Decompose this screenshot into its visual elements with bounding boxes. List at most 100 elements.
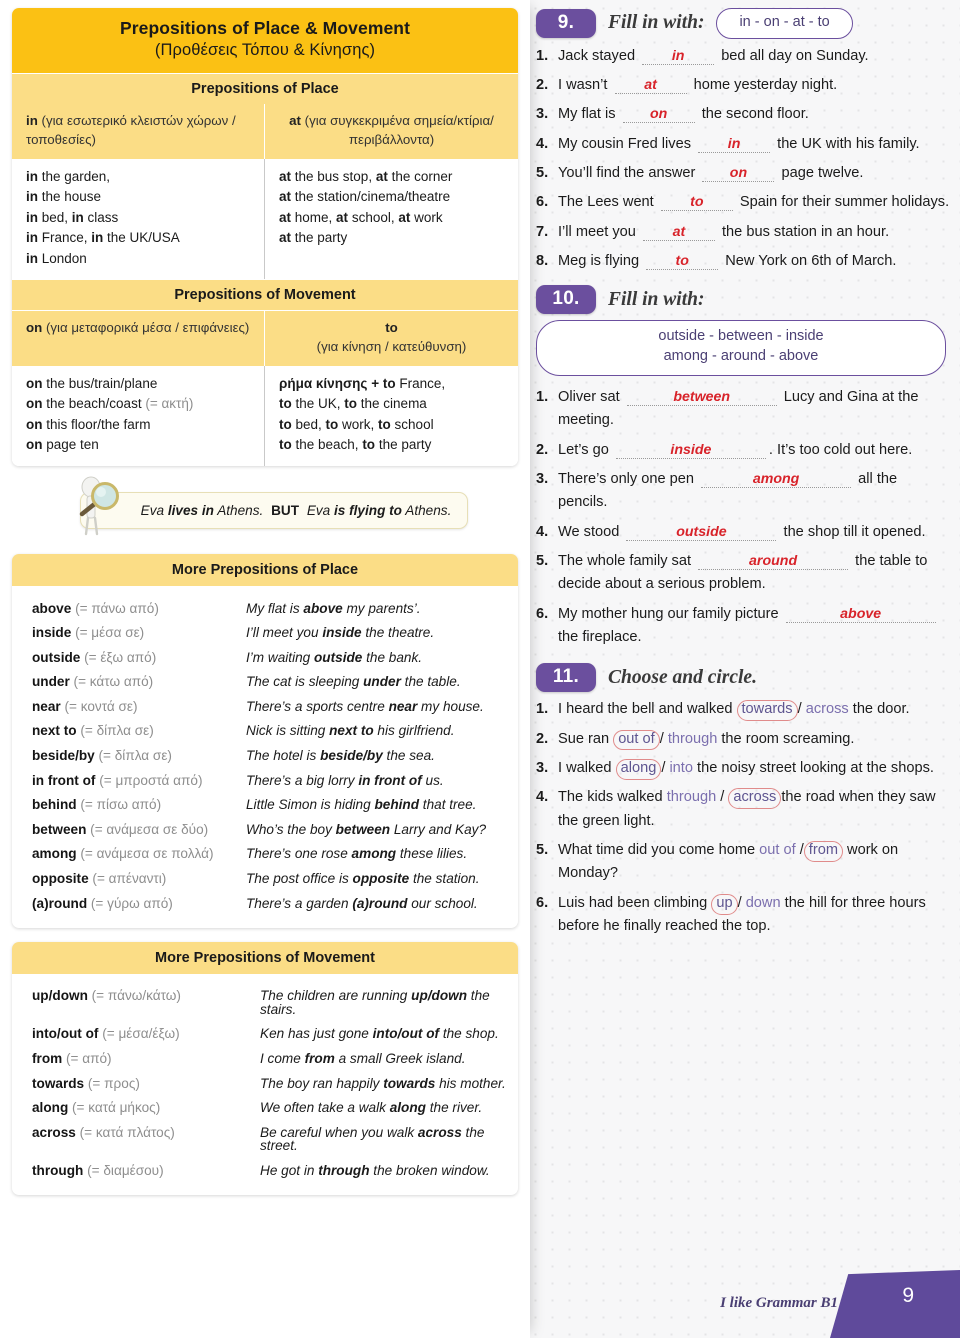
item-text: I walked along / into the noisy street lo…	[558, 757, 950, 780]
list-item: (a)round (= γύρω από) There’s a garden (a…	[32, 895, 478, 911]
tip-sentence-1: Eva lives in Athens.	[140, 502, 264, 518]
item-before: Oliver sat	[558, 388, 620, 405]
item-text: Jack stayed in bed all day on Sunday.	[558, 45, 950, 68]
item-before: You’ll find the answer	[558, 165, 696, 182]
example-line: in the garden,	[26, 168, 111, 184]
answer-blank[interactable]: inside	[615, 442, 766, 459]
answer-blank[interactable]: on	[622, 107, 695, 124]
item-after: the fireplace.	[558, 629, 642, 645]
item-number: 2.	[536, 730, 549, 747]
example-line: to bed, to work, to school	[279, 416, 434, 432]
item-after: the bus station in an hour.	[722, 223, 890, 240]
item-after: the room screaming.	[721, 730, 855, 747]
item-number: 3.	[536, 760, 549, 777]
item-number: 3.	[536, 470, 549, 487]
tip-bubble-text: Eva lives in Athens. BUT Eva is flying t…	[79, 491, 469, 529]
option-circled[interactable]: towards	[736, 700, 798, 722]
option-circled[interactable]: across	[728, 788, 782, 810]
answer-blank[interactable]: in	[698, 136, 771, 153]
answer-blank[interactable]: at	[642, 224, 715, 241]
magnifier-character-icon	[79, 476, 119, 536]
item-number: 5.	[536, 165, 549, 182]
item-after: the UK with his family.	[777, 135, 920, 152]
more-prepositions-of-movement-header: More Prepositions of Movement	[12, 941, 518, 974]
exercise-9-badge: 9.	[536, 8, 596, 38]
place-col-at-word: at	[289, 112, 301, 128]
exercise-11-header: 11. Choose and circle.	[536, 663, 960, 693]
item-before: Sue ran	[558, 730, 610, 747]
item-after: the door.	[852, 701, 910, 718]
prepositions-of-movement-header: Prepositions of Movement	[12, 279, 518, 312]
item-before: Jack stayed	[558, 47, 636, 64]
list-item: up/down (= πάνω/κάτω) The children are ru…	[32, 988, 490, 1017]
list-item: 3. My flat is on the second floor.	[536, 103, 950, 126]
option[interactable]: across	[806, 701, 849, 717]
answer-blank[interactable]: on	[702, 166, 775, 182]
place-col-in-note: (για εσωτερικό κλειστών χώρων / τοποθεσί…	[26, 112, 236, 147]
answer-blank[interactable]: to	[646, 254, 719, 271]
option[interactable]: through	[668, 731, 718, 747]
page-number: 9	[902, 1284, 914, 1307]
option-circled[interactable]: up	[711, 893, 738, 915]
answer-blank[interactable]: around	[698, 554, 849, 570]
list-item: 5. You’ll find the answer on page twelve…	[536, 162, 950, 185]
left-reference-column: Prepositions of Place & Movement (Προθέσ…	[0, 0, 530, 1338]
wordbank-line-2: among - around - above	[663, 348, 819, 365]
item-text: The Lees went to Spain for their summer …	[558, 191, 950, 214]
more-place-list: above (= πάνω από) My flat is above my pa…	[12, 586, 518, 928]
answer-blank[interactable]: above	[785, 606, 936, 623]
list-item: behind (= πίσω από) Little Simon is hidin…	[32, 797, 477, 813]
list-item: 6. The Lees went to Spain for their summ…	[536, 191, 950, 214]
item-number: 2.	[536, 441, 549, 458]
list-item: in front of (= μπροστά από) There’s a big…	[32, 772, 444, 788]
item-text: I wasn’t at home yesterday night.	[558, 74, 950, 97]
list-item: towards (= προς) The boy ran happily towa…	[32, 1075, 506, 1091]
list-item: next to (= δίπλα σε) Nick is sitting next…	[32, 723, 455, 739]
item-number: 2.	[536, 77, 549, 94]
option[interactable]: down	[746, 895, 781, 911]
item-text: Luis had been climbing up / down the hill…	[558, 893, 926, 935]
answer-blank[interactable]: among	[701, 472, 852, 488]
exercise-10-wordbank: outside - between - inside among - aroun…	[536, 320, 946, 376]
right-exercises-column: 9. Fill in with: in - on - at - to 1. Ja…	[530, 0, 960, 1338]
item-number: 7.	[536, 223, 549, 240]
item-before: What time did you come home	[558, 842, 756, 859]
item-text: We stood outside the shop till it opened…	[558, 521, 950, 544]
answer-blank[interactable]: to	[660, 195, 733, 212]
list-item: 1. Oliver sat between Lucy and Gina at t…	[536, 386, 950, 433]
option-circled[interactable]: along	[615, 759, 662, 780]
exercise-10-title: Fill in with:	[608, 288, 705, 310]
exercise-9-header: 9. Fill in with: in - on - at - to	[536, 8, 960, 39]
tip-sentence-2: Eva is flying to Athens.	[306, 502, 452, 518]
place-col-at-note: (για συγκεκριμένα σημεία/κτίρια/ περιβάλ…	[304, 112, 494, 147]
example-line: at the party	[279, 230, 348, 246]
option[interactable]: into	[669, 760, 693, 776]
list-item: 2. Sue ran out of / through the room scre…	[536, 728, 950, 751]
answer-blank[interactable]: at	[614, 78, 687, 94]
item-before: I wasn’t	[558, 77, 608, 94]
item-text: My cousin Fred lives in the UK with his …	[558, 133, 950, 156]
option-circled[interactable]: from	[803, 841, 843, 862]
item-number: 1.	[536, 701, 549, 718]
item-after: the second floor.	[701, 106, 809, 123]
movement-examples-row: on the bus/train/plane on the beach/coas…	[12, 365, 518, 466]
list-item: 4. We stood outside the shop till it ope…	[536, 521, 950, 544]
item-text: I heard the bell and walked towards / acr…	[558, 698, 950, 722]
movement-col-on-header: on (για μεταφορικά μέσα / επιφάνειες)	[12, 311, 265, 366]
example-line: in London	[26, 250, 87, 266]
answer-blank[interactable]: between	[626, 389, 777, 406]
item-after: page twelve.	[781, 165, 864, 182]
more-movement-box: More Prepositions of Movement up/down (=…	[12, 941, 518, 1196]
option[interactable]: out of	[759, 842, 796, 858]
movement-examples-to: ρήμα κίνησης + to France, to the UK, to …	[265, 365, 518, 466]
exercise-9-questions: 1. Jack stayed in bed all day on Sunday.…	[530, 45, 960, 274]
exercise-9-title: Fill in with:	[608, 12, 705, 34]
item-before: I’ll meet you	[558, 223, 636, 240]
item-before: Let’s go	[558, 441, 609, 458]
option[interactable]: through	[667, 789, 717, 805]
option-circled[interactable]: out of	[613, 729, 660, 751]
item-number: 3.	[536, 106, 549, 123]
place-col-in-header: in (για εσωτερικό κλειστών χώρων / τοποθ…	[12, 103, 265, 159]
answer-blank[interactable]: outside	[626, 524, 777, 541]
answer-blank[interactable]: in	[642, 48, 715, 65]
